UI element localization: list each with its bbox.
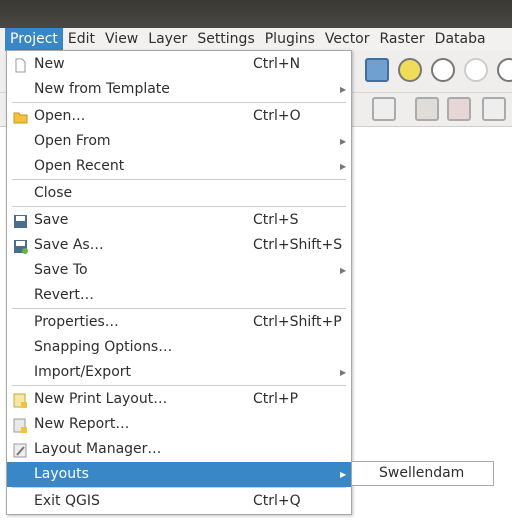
- menu-item-label: Save As…: [34, 237, 104, 253]
- menu-item-label: Layouts: [34, 466, 89, 482]
- new-print-layout-icon: [13, 392, 28, 408]
- menu-item-save[interactable]: Save Ctrl+S: [7, 208, 351, 233]
- delete-icon[interactable]: [447, 97, 471, 121]
- menu-item-save-to[interactable]: Save To ▶: [7, 258, 351, 283]
- menu-item-snapping-options[interactable]: Snapping Options…: [7, 335, 351, 360]
- menu-item-label: Open From: [34, 133, 111, 149]
- new-report-icon: [13, 417, 28, 433]
- menu-item-new-from-template[interactable]: New from Template ▶: [7, 77, 351, 102]
- project-menu: New Ctrl+N New from Template ▶ Open… Ctrl+O Op…: [6, 50, 352, 515]
- menu-settings[interactable]: Settings: [192, 28, 259, 51]
- menu-item-label: Open Recent: [34, 158, 125, 174]
- menu-item-label: Import/Export: [34, 364, 132, 380]
- shortcut-label: Ctrl+Shift+S: [253, 237, 343, 253]
- menu-item-open-from[interactable]: Open From ▶: [7, 129, 351, 154]
- submenu-arrow-icon: ▶: [340, 470, 347, 479]
- menu-item-label: Snapping Options…: [34, 339, 173, 355]
- menu-item-import-export[interactable]: Import/Export ▶: [7, 360, 351, 385]
- save-icon: [13, 213, 28, 228]
- menu-item-label: Save: [34, 212, 69, 228]
- menu-separator: [12, 308, 346, 309]
- menu-item-label: New Print Layout…: [34, 391, 168, 407]
- menu-project[interactable]: Project: [5, 28, 63, 51]
- shortcut-label: Ctrl+S: [253, 212, 299, 228]
- edit-attributes-icon[interactable]: [415, 97, 439, 121]
- submenu-arrow-icon: ▶: [340, 368, 347, 377]
- submenu-arrow-icon: ▶: [340, 266, 347, 275]
- layout-item-swellendam[interactable]: Swellendam: [379, 462, 464, 485]
- menu-raster[interactable]: Raster: [375, 28, 430, 51]
- menu-item-close[interactable]: Close: [7, 181, 351, 206]
- save-as-icon: [13, 238, 28, 254]
- menu-view[interactable]: View: [100, 28, 143, 51]
- menu-item-layouts[interactable]: Layouts ▶: [7, 462, 351, 487]
- menu-edit[interactable]: Edit: [63, 28, 100, 51]
- menu-item-label: Properties…: [34, 314, 119, 330]
- shortcut-label: Ctrl+Q: [253, 493, 301, 509]
- menu-separator: [12, 206, 346, 207]
- zoom-last-icon[interactable]: [497, 58, 512, 82]
- menu-item-save-as[interactable]: Save As… Ctrl+Shift+S: [7, 233, 351, 258]
- folder-icon: [13, 109, 28, 124]
- submenu-arrow-icon: ▶: [340, 85, 347, 94]
- vertex-tool-icon[interactable]: [372, 97, 396, 121]
- submenu-arrow-icon: ▶: [340, 162, 347, 171]
- menu-separator: [12, 179, 346, 180]
- window-title-bar: [0, 0, 512, 28]
- menu-plugins[interactable]: Plugins: [260, 28, 320, 51]
- menu-separator: [12, 487, 346, 488]
- menu-item-label: Close: [34, 185, 73, 201]
- menu-item-label: Layout Manager…: [34, 441, 162, 457]
- menu-item-new[interactable]: New Ctrl+N: [7, 52, 351, 77]
- zoom-to-selection-icon[interactable]: [398, 58, 422, 82]
- menu-layer[interactable]: Layer: [143, 28, 192, 51]
- menu-bar: Project Edit View Layer Settings Plugins…: [0, 28, 512, 51]
- shortcut-label: Ctrl+P: [253, 391, 299, 407]
- menu-separator: [12, 102, 346, 103]
- submenu-arrow-icon: ▶: [340, 137, 347, 146]
- menu-vector[interactable]: Vector: [320, 28, 375, 51]
- layouts-submenu: Swellendam: [351, 461, 494, 486]
- menu-item-label: New: [34, 56, 65, 72]
- menu-item-label: Exit QGIS: [34, 493, 100, 509]
- menu-item-open-recent[interactable]: Open Recent ▶: [7, 154, 351, 179]
- zoom-to-layer-icon[interactable]: [431, 58, 455, 82]
- menu-item-new-print-layout[interactable]: New Print Layout… Ctrl+P: [7, 387, 351, 412]
- layout-manager-icon: [13, 442, 28, 458]
- menu-item-label: Revert…: [34, 287, 94, 303]
- zoom-full-icon[interactable]: [365, 58, 389, 82]
- menu-item-label: Save To: [34, 262, 88, 278]
- menu-item-revert[interactable]: Revert…: [7, 283, 351, 308]
- menu-item-label: Open…: [34, 108, 86, 124]
- menu-database[interactable]: Databa: [430, 28, 491, 51]
- menu-item-layout-manager[interactable]: Layout Manager…: [7, 437, 351, 462]
- menu-item-properties[interactable]: Properties… Ctrl+Shift+P: [7, 310, 351, 335]
- menu-item-new-report[interactable]: New Report…: [7, 412, 351, 437]
- menu-item-open[interactable]: Open… Ctrl+O: [7, 104, 351, 129]
- menu-item-label: New Report…: [34, 416, 130, 432]
- cut-icon[interactable]: [482, 97, 506, 121]
- new-file-icon: [13, 57, 28, 73]
- menu-item-exit-qgis[interactable]: Exit QGIS Ctrl+Q: [7, 489, 351, 514]
- zoom-native-icon[interactable]: [464, 58, 488, 82]
- shortcut-label: Ctrl+N: [253, 56, 301, 72]
- menu-item-label: New from Template: [34, 81, 170, 97]
- shortcut-label: Ctrl+Shift+P: [253, 314, 342, 330]
- shortcut-label: Ctrl+O: [253, 108, 301, 124]
- menu-separator: [12, 385, 346, 386]
